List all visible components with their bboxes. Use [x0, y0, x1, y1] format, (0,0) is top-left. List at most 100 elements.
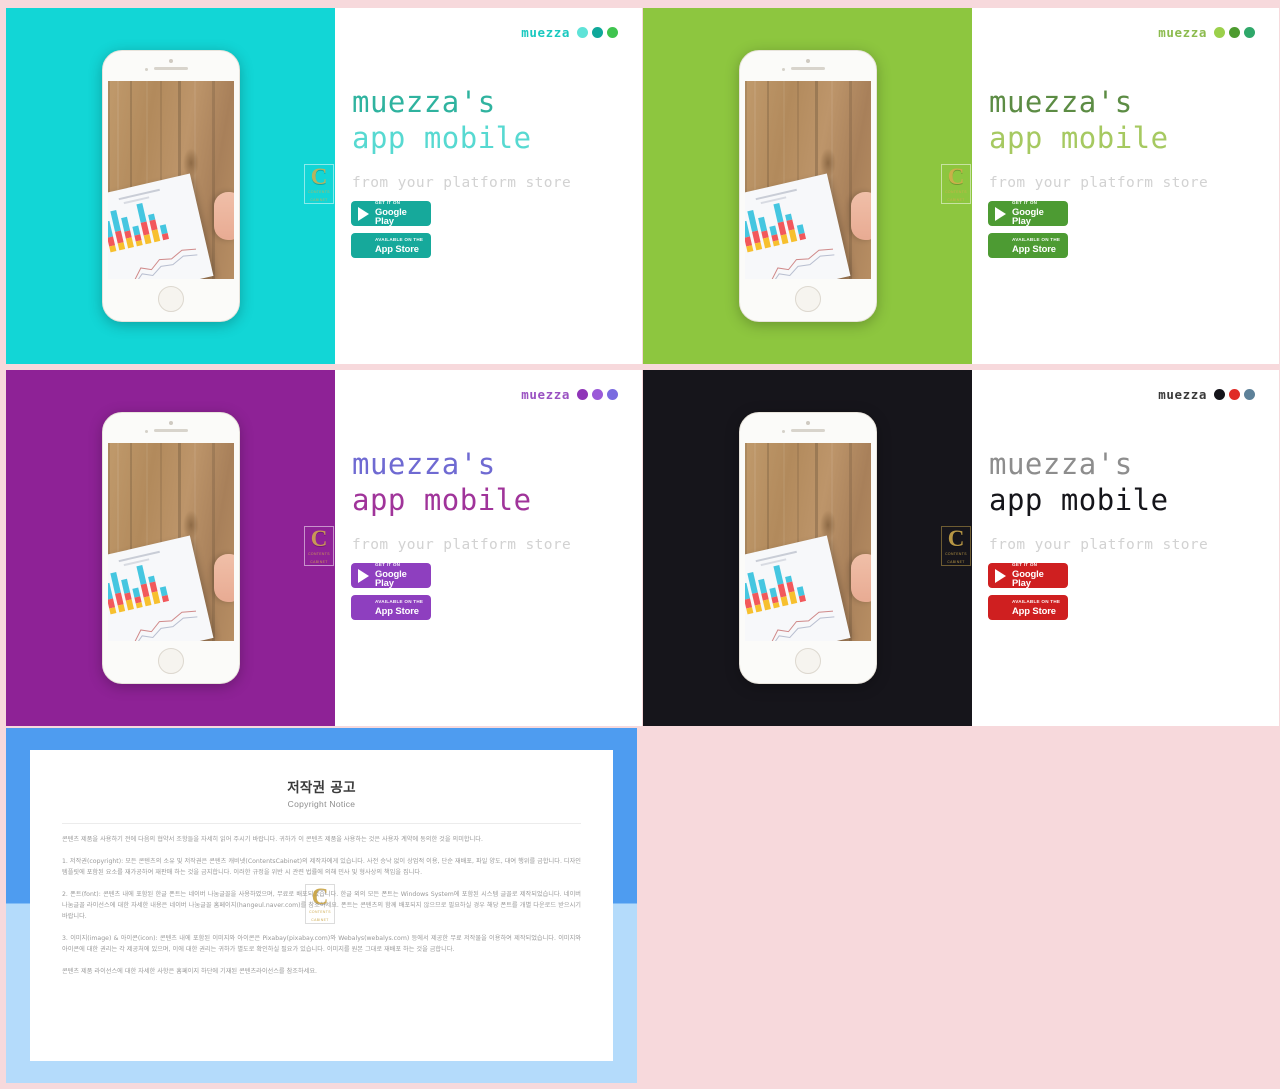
google-play-badge-label: Google Play	[375, 567, 407, 589]
headline-line-1: muezza's	[352, 85, 496, 119]
brand-dot-2	[592, 27, 603, 38]
store-badges: GET IT ON Google Play  Available on the…	[988, 563, 1068, 620]
bar-segment	[777, 221, 787, 236]
hand	[213, 553, 234, 602]
bar-segment	[754, 241, 762, 251]
bar-segment	[107, 220, 113, 238]
bar-segment	[120, 216, 130, 232]
watermark-label-2: CABINET	[947, 197, 965, 202]
google-play-badge[interactable]: GET IT ON Google Play	[988, 201, 1068, 226]
phone-home-button	[794, 648, 821, 674]
brand-name: muezza	[521, 387, 570, 402]
slide-subheadline: from your platform store	[989, 175, 1209, 191]
bar-segment	[772, 203, 783, 223]
phone-screen	[744, 443, 871, 641]
bar-segment	[140, 221, 150, 236]
slide-photo-dark	[643, 370, 972, 726]
watermark-label-1: CONTENTS	[308, 552, 330, 557]
bar-segment	[161, 232, 169, 241]
app-store-badge[interactable]:  Available on the App Store	[351, 233, 431, 258]
app-store-badge[interactable]:  Available on the App Store	[988, 595, 1068, 620]
watermark-logo: C CONTENTS CABINET	[304, 526, 334, 566]
phone-speaker	[153, 429, 188, 432]
watermark-label-2: CABINET	[947, 559, 965, 564]
brand-name: muezza	[1158, 387, 1207, 402]
phone-sensor-icon	[781, 68, 785, 71]
copyright-paragraph-4: 콘텐츠 제품 라이선스에 대한 자세한 사항은 홈페이지 하단에 기재된 콘텐츠…	[62, 968, 318, 975]
watermark-logo: C CONTENTS CABINET	[304, 164, 334, 204]
bar-segment	[117, 603, 125, 613]
app-store-badge[interactable]:  Available on the App Store	[988, 233, 1068, 258]
bar-column	[796, 224, 806, 241]
watermark-label-2: CABINET	[310, 559, 328, 564]
brand-dot-2	[1229, 389, 1240, 400]
bar-segment	[788, 590, 797, 605]
app-store-badge-small: Available on the	[375, 599, 424, 604]
phone-camera-icon	[805, 421, 810, 425]
bar-segment	[772, 240, 780, 247]
bar-segment	[151, 228, 160, 243]
slide-headline: muezza's app mobile	[989, 446, 1169, 518]
divider	[62, 823, 581, 824]
brand-logo-row: muezza	[1158, 25, 1255, 40]
bar-segment	[151, 590, 160, 605]
google-play-badge-small: GET IT ON	[1012, 562, 1038, 568]
bar-segment	[140, 583, 150, 598]
phone-speaker	[790, 67, 825, 70]
bar-segment	[143, 234, 151, 245]
bar-segment	[762, 237, 771, 249]
hand	[850, 553, 871, 602]
phone-home-button	[157, 286, 184, 312]
slide-photo-green	[643, 8, 972, 364]
app-store-badge-label: App Store	[375, 242, 419, 254]
slide-content-dark: muezza muezza's app mobile from your pla…	[972, 370, 1279, 726]
bar-chart	[744, 199, 806, 253]
brand-dot-3	[607, 389, 618, 400]
app-store-badge-label: App Store	[1012, 242, 1056, 254]
app-store-badge-small: Available on the	[1012, 237, 1061, 242]
app-store-badge[interactable]:  Available on the App Store	[351, 595, 431, 620]
watermark-logo: C CONTENTS CABINET	[941, 526, 971, 566]
bar-segment	[161, 594, 169, 603]
google-play-icon	[994, 206, 1008, 222]
bar-segment	[143, 596, 151, 607]
google-play-icon	[357, 206, 371, 222]
bar-segment	[108, 606, 116, 615]
headline-line-1: muezza's	[352, 447, 496, 481]
phone-home-button	[157, 648, 184, 674]
bar-column	[768, 225, 780, 247]
watermark-label-1: CONTENTS	[309, 910, 331, 915]
store-badges: GET IT ON Google Play  Available on the…	[988, 201, 1068, 258]
copyright-paragraph-1: 1. 저작권(copyright): 모든 콘텐츠의 소유 및 저작권은 콘텐츠…	[62, 858, 581, 876]
brand-dot-1	[577, 389, 588, 400]
phone-mockup	[738, 50, 877, 322]
watermark-letter: C	[311, 884, 329, 910]
brand-dot-3	[1244, 27, 1255, 38]
phone-screen	[107, 81, 234, 279]
bar-segment	[744, 220, 750, 238]
bar-segment	[777, 583, 787, 598]
phone-screen	[107, 443, 234, 641]
bar-segment	[788, 228, 797, 243]
bar-segment	[780, 234, 788, 245]
slide-content-teal: muezza muezza's app mobile from your pla…	[335, 8, 642, 364]
phone-speaker	[790, 429, 825, 432]
google-play-badge[interactable]: GET IT ON Google Play	[351, 563, 431, 588]
apple-icon: 	[994, 600, 1008, 616]
bar-segment	[107, 582, 113, 600]
bar-segment	[117, 241, 125, 251]
apple-icon: 	[357, 238, 371, 254]
bar-segment	[798, 232, 806, 241]
google-play-badge[interactable]: GET IT ON Google Play	[351, 201, 431, 226]
app-store-badge-label: App Store	[1012, 604, 1056, 616]
headline-line-2: app mobile	[352, 121, 532, 155]
headline-line-2: app mobile	[989, 483, 1169, 517]
slide-subheadline: from your platform store	[352, 175, 572, 191]
google-play-icon	[357, 568, 371, 584]
copyright-paragraph-0: 콘텐츠 제품을 사용하기 전에 다음의 협약서 조항들을 자세히 읽어 주시기 …	[62, 836, 483, 843]
phone-speaker	[153, 67, 188, 70]
phone-photo	[6, 8, 335, 364]
store-badges: GET IT ON Google Play  Available on the…	[351, 563, 431, 620]
bar-segment	[135, 203, 146, 223]
google-play-badge[interactable]: GET IT ON Google Play	[988, 563, 1068, 588]
